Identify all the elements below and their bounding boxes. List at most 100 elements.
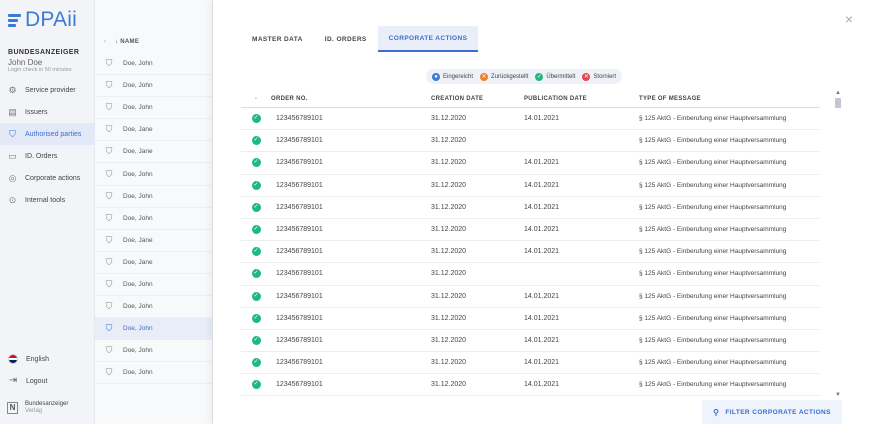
sidebar-item-internal-tools[interactable]: ⊙ Internal tools: [0, 189, 95, 211]
table-row[interactable]: ✓ 123456789101 31.12.2020 14.01.2021 § 125 A…: [241, 175, 820, 197]
list-item[interactable]: ⛉ Doe, Jane: [95, 252, 212, 274]
list-item[interactable]: ⛉ Doe, Jane: [95, 119, 212, 142]
sidebar-item-label: Issuers: [25, 108, 48, 116]
order-number: 123456789101: [276, 226, 323, 234]
tab-master-data[interactable]: MASTER DATA: [241, 26, 314, 52]
sidebar-item-authorised-parties[interactable]: ⛉ Authorised parties: [0, 123, 95, 145]
table-row[interactable]: ✓ 123456789101 31.12.2020 14.01.2021 § 125 A…: [241, 197, 820, 219]
list-item[interactable]: ⛉ Doe, John: [95, 53, 212, 75]
sidebar-item-issuers[interactable]: ▤ Issuers: [0, 101, 95, 123]
creation-date: 31.12.2020: [431, 159, 467, 167]
list-item[interactable]: ⛉ Doe, John: [95, 296, 212, 319]
publisher-logo-icon: N: [7, 402, 18, 414]
table-row[interactable]: ✓ 123456789101 31.12.2020 14.01.2021 § 125 A…: [241, 219, 820, 242]
creation-date: 31.12.2020: [431, 292, 467, 300]
corporate-actions-icon: ◎: [8, 172, 17, 183]
logout-button[interactable]: ⇥ Logout: [8, 376, 48, 386]
transmitted-icon: ✓: [535, 72, 544, 81]
sidebar-item-label: Service provider: [25, 86, 76, 94]
message-type: § 125 AktG - Einberufung einer Hauptvers…: [639, 270, 787, 278]
publication-date: 14.01.2021: [524, 292, 560, 300]
authorised-party-icon: ⛉: [105, 146, 113, 157]
list-item-name: Doe, John: [123, 170, 153, 178]
message-type: § 125 AktG - Einberufung einer Hauptvers…: [639, 292, 787, 300]
list-header-name[interactable]: ↓ NAME: [115, 39, 139, 45]
order-number: 123456789101: [276, 137, 323, 145]
authorised-party-icon: ⛉: [105, 234, 113, 245]
authorised-party-icon: ⛉: [105, 190, 113, 201]
list-item[interactable]: ⛉ Doe, John: [95, 274, 212, 296]
creation-date: 31.12.2020: [431, 314, 467, 322]
list-item-name: Doe, John: [123, 347, 153, 355]
uk-flag-icon: [8, 354, 18, 364]
column-header-publication-date[interactable]: PUBLICATION DATE: [524, 96, 639, 102]
list-item[interactable]: ⛉ Doe, John: [95, 164, 212, 186]
column-header-select[interactable]: -: [241, 96, 271, 102]
logout-label: Logout: [26, 377, 48, 385]
list-item[interactable]: ⛉ Doe, John: [95, 362, 212, 385]
list-item-name: Doe, John: [123, 104, 153, 112]
list-item-name: Doe, John: [123, 281, 153, 288]
column-header-order-no[interactable]: ORDER NO.: [271, 96, 431, 102]
sidebar-item-label: Corporate actions: [25, 174, 81, 182]
sidebar-item-id-orders[interactable]: ▭ ID. Orders: [0, 145, 95, 167]
message-type: § 125 AktG - Einberufung einer Hauptvers…: [639, 336, 787, 344]
authorised-party-icon: ⛉: [105, 345, 113, 356]
authorised-party-icon: ⛉: [105, 256, 113, 267]
list-item[interactable]: ⛉ Doe, John: [95, 186, 212, 208]
table-row[interactable]: ✓ 123456789101 31.12.2020 14.01.2021 § 125 A…: [241, 308, 820, 330]
scroll-up-icon[interactable]: ▲: [835, 90, 841, 96]
column-header-type-of-message[interactable]: TYPE OF MESSAGE: [639, 96, 820, 102]
scroll-thumb[interactable]: [835, 98, 841, 108]
table-body: ✓ 123456789101 31.12.2020 14.01.2021 § 125 A…: [241, 108, 820, 398]
message-type: § 125 AktG - Einberufung einer Hauptvers…: [639, 248, 787, 256]
order-number: 123456789101: [276, 381, 323, 389]
list-item-name: Doe, John: [123, 325, 153, 333]
table-scrollbar[interactable]: ▲ ▼: [835, 90, 841, 398]
publication-date: 14.01.2021: [524, 381, 560, 389]
close-icon[interactable]: ×: [845, 12, 853, 26]
service-provider-icon: ⚙: [8, 84, 17, 95]
legend-item-zurueckgestellt: ✕ Zurückgestellt: [480, 72, 528, 81]
list-item-name: Doe, Jane: [123, 148, 153, 156]
list-item[interactable]: ⛉ Doe, John: [95, 75, 212, 98]
list-item[interactable]: ⛉ Doe, John: [95, 97, 212, 120]
scroll-down-icon[interactable]: ▼: [835, 392, 841, 398]
transmitted-status-icon: ✓: [251, 358, 261, 368]
tab-bar: MASTER DATA ID. ORDERS CORPORATE ACTIONS: [241, 26, 479, 52]
logo[interactable]: DPAii: [8, 8, 77, 32]
list-item-name: Doe, John: [123, 214, 153, 222]
list-item[interactable]: ⛉ Doe, John: [95, 340, 212, 363]
sidebar-item-service-provider[interactable]: ⚙ Service provider: [0, 79, 95, 101]
list-header-select[interactable]: -: [95, 39, 115, 45]
message-type: § 125 AktG - Einberufung einer Hauptvers…: [639, 137, 787, 145]
table-row[interactable]: ✓ 123456789101 31.12.2020 14.01.2021 § 125 A…: [241, 241, 820, 264]
language-selector[interactable]: English: [8, 354, 49, 364]
tab-id-orders[interactable]: ID. ORDERS: [314, 26, 378, 52]
list-item[interactable]: ⛉ Doe, Jane: [95, 230, 212, 252]
organisation-name: BUNDESANZEIGER: [8, 49, 80, 56]
order-number: 123456789101: [276, 115, 323, 123]
sidebar-nav: ⚙ Service provider ▤ Issuers ⛉ Authorise…: [0, 79, 95, 211]
publisher-logo: N Bundesanzeiger Verlag: [7, 401, 68, 415]
user-name: John Doe: [8, 58, 43, 67]
table-row[interactable]: ✓ 123456789101 31.12.2020 § 125 AktG - Einb…: [241, 130, 820, 153]
publication-date: 14.01.2021: [524, 115, 560, 123]
table-row[interactable]: ✓ 123456789101 31.12.2020 14.01.2021 § 125 A…: [241, 108, 820, 131]
order-number: 123456789101: [276, 181, 323, 189]
table-row[interactable]: ✓ 123456789101 31.12.2020 14.01.2021 § 125 A…: [241, 330, 820, 353]
login-check-text: Login check in 50 minutes: [8, 67, 72, 73]
list-item[interactable]: ⛉ Doe, Jane: [95, 141, 212, 164]
column-header-creation-date[interactable]: CREATION DATE: [431, 96, 524, 102]
transmitted-status-icon: ✓: [251, 380, 261, 390]
sidebar-item-corporate-actions[interactable]: ◎ Corporate actions: [0, 167, 95, 189]
list-item[interactable]: ⛉ Doe, John: [95, 318, 212, 341]
list-item[interactable]: ⛉ Doe, John: [95, 208, 212, 230]
table-row[interactable]: ✓ 123456789101 31.12.2020 14.01.2021 § 125 A…: [241, 374, 820, 397]
table-row[interactable]: ✓ 123456789101 31.12.2020 § 125 AktG - Einb…: [241, 263, 820, 286]
table-row[interactable]: ✓ 123456789101 31.12.2020 14.01.2021 § 125 A…: [241, 152, 820, 175]
table-row[interactable]: ✓ 123456789101 31.12.2020 14.01.2021 § 125 A…: [241, 352, 820, 375]
filter-corporate-actions-button[interactable]: ⚲ FILTER CORPORATE ACTIONS: [702, 400, 842, 424]
tab-corporate-actions[interactable]: CORPORATE ACTIONS: [377, 26, 479, 52]
table-row[interactable]: ✓ 123456789101 31.12.2020 14.01.2021 § 125 A…: [241, 286, 820, 308]
